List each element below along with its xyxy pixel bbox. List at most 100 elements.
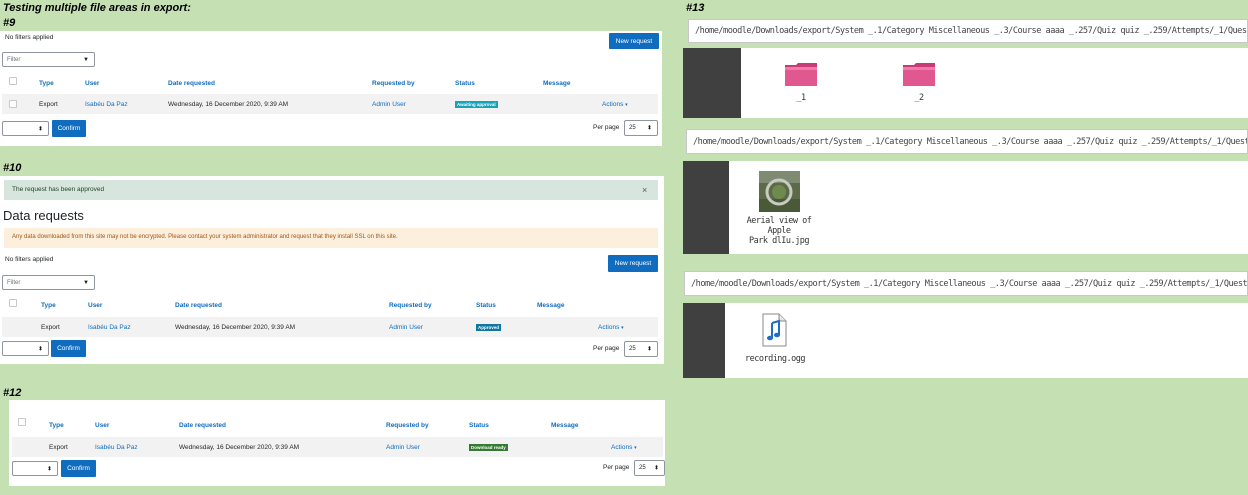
row-checkbox[interactable]	[9, 100, 17, 108]
nav-pane	[683, 303, 725, 378]
row-requested-by-link[interactable]: Admin User	[372, 101, 406, 108]
col-requested-by[interactable]: Requested by	[389, 302, 432, 309]
col-user[interactable]: User	[85, 80, 99, 87]
col-type[interactable]: Type	[49, 422, 64, 429]
file-area: recording.ogg	[725, 303, 1248, 378]
row-date: Wednesday, 16 December 2020, 9:39 AM	[179, 444, 300, 451]
actions-menu[interactable]: Actions ▾	[598, 324, 624, 331]
file-name-line1: Aerial view of Apple	[746, 216, 812, 236]
col-user[interactable]: User	[95, 422, 109, 429]
image-thumbnail-icon[interactable]	[759, 171, 800, 212]
per-page-label: Per page	[593, 124, 620, 131]
section-label-13: #13	[686, 2, 705, 14]
page-title: Data requests	[3, 208, 84, 223]
actions-label: Actions	[598, 324, 620, 331]
select-all-checkbox[interactable]	[18, 418, 26, 426]
folder-icon[interactable]	[784, 61, 818, 87]
per-page-value: 25	[629, 125, 636, 131]
row-type: Export	[49, 444, 68, 451]
new-request-button[interactable]: New request	[609, 33, 659, 49]
col-date-requested[interactable]: Date requested	[175, 302, 222, 309]
chevron-updown-icon: ⬍	[46, 466, 52, 472]
col-requested-by[interactable]: Requested by	[372, 80, 415, 87]
folder-name: _2	[914, 93, 924, 103]
row-user-link[interactable]: Isabéu Da Paz	[88, 324, 131, 331]
path-bar[interactable]: /home/moodle/Downloads/export/System _.1…	[684, 271, 1248, 296]
per-page-select[interactable]: 25 ⬍	[634, 460, 665, 476]
panel-9: No filters applied New request Filter ▼ …	[0, 31, 662, 146]
confirm-button[interactable]: Confirm	[61, 460, 96, 477]
filter-select[interactable]: Filter ▼	[2, 52, 95, 67]
no-filters-text: No filters applied	[5, 256, 54, 263]
per-page-value: 25	[639, 465, 646, 471]
chevron-updown-icon: ⬍	[37, 346, 43, 352]
new-request-button[interactable]: New request	[608, 255, 658, 272]
per-page-select[interactable]: 25 ⬍	[624, 341, 658, 357]
bulk-action-select[interactable]: ⬍	[12, 461, 58, 476]
section-label-9: #9	[3, 17, 16, 29]
row-type: Export	[41, 324, 60, 331]
row-type: Export	[39, 101, 58, 108]
nav-pane	[683, 161, 729, 254]
panel-10: The request has been approved × Data req…	[0, 176, 664, 364]
no-filters-text: No filters applied	[5, 34, 54, 41]
row-date: Wednesday, 16 December 2020, 9:39 AM	[175, 324, 296, 331]
close-icon[interactable]: ×	[642, 185, 647, 195]
path-bar[interactable]: /home/moodle/Downloads/export/System _.1…	[688, 19, 1248, 43]
audio-file-icon[interactable]	[761, 313, 787, 347]
filter-select[interactable]: Filter ▼	[2, 275, 95, 290]
row-requested-by-link[interactable]: Admin User	[386, 444, 420, 451]
col-type[interactable]: Type	[41, 302, 56, 309]
col-message[interactable]: Message	[543, 80, 570, 87]
filter-placeholder: Filter	[7, 279, 21, 286]
col-status[interactable]: Status	[455, 80, 475, 87]
warning-alert: Any data downloaded from this site may n…	[4, 228, 658, 248]
actions-menu[interactable]: Actions ▾	[611, 444, 637, 451]
bulk-action-select[interactable]: ⬍	[2, 341, 49, 356]
panel-12: Type User Date requested Requested by St…	[9, 400, 665, 486]
chevron-updown-icon: ⬍	[646, 125, 652, 132]
alert-text: The request has been approved	[12, 186, 105, 193]
table-row: Export Isabéu Da Paz Wednesday, 16 Decem…	[2, 94, 658, 114]
path-bar[interactable]: /home/moodle/Downloads/export/System _.1…	[686, 129, 1248, 154]
per-page-select[interactable]: 25 ⬍	[624, 120, 658, 136]
chevron-updown-icon: ⬍	[653, 465, 659, 472]
chevron-updown-icon: ⬍	[646, 346, 652, 353]
col-requested-by[interactable]: Requested by	[386, 422, 429, 429]
col-type[interactable]: Type	[39, 80, 54, 87]
col-date-requested[interactable]: Date requested	[168, 80, 215, 87]
row-user-link[interactable]: Isabéu Da Paz	[85, 101, 128, 108]
file-name: recording.ogg	[744, 354, 806, 364]
caret-down-icon: ▾	[634, 445, 637, 451]
col-status[interactable]: Status	[476, 302, 496, 309]
col-message[interactable]: Message	[551, 422, 578, 429]
page-heading: Testing multiple file areas in export:	[3, 2, 191, 14]
file-name: Aerial view of Apple Park dlIu.jpg	[734, 216, 824, 246]
status-badge: Awaiting approval	[455, 101, 498, 108]
success-alert: The request has been approved ×	[4, 180, 658, 200]
col-status[interactable]: Status	[469, 422, 489, 429]
status-badge: Download ready	[469, 444, 508, 451]
col-user[interactable]: User	[88, 302, 102, 309]
per-page-label: Per page	[603, 464, 630, 471]
per-page-value: 25	[629, 346, 636, 352]
status-badge: Approved	[476, 324, 502, 331]
col-date-requested[interactable]: Date requested	[179, 422, 226, 429]
confirm-button[interactable]: Confirm	[51, 340, 86, 357]
folder-icon[interactable]	[902, 61, 936, 87]
caret-down-icon: ▾	[625, 102, 628, 108]
per-page-label: Per page	[593, 345, 620, 352]
filter-placeholder: Filter	[7, 56, 21, 63]
chevron-down-icon: ▼	[83, 279, 89, 286]
table-row: Export Isabéu Da Paz Wednesday, 16 Decem…	[12, 437, 663, 457]
row-user-link[interactable]: Isabéu Da Paz	[95, 444, 138, 451]
select-all-checkbox[interactable]	[9, 299, 17, 307]
col-message[interactable]: Message	[537, 302, 564, 309]
chevron-down-icon: ▼	[83, 56, 89, 63]
section-label-12: #12	[3, 387, 22, 399]
bulk-action-select[interactable]: ⬍	[2, 121, 49, 136]
row-requested-by-link[interactable]: Admin User	[389, 324, 423, 331]
actions-menu[interactable]: Actions ▾	[602, 101, 628, 108]
select-all-checkbox[interactable]	[9, 77, 17, 85]
confirm-button[interactable]: Confirm	[52, 120, 86, 137]
